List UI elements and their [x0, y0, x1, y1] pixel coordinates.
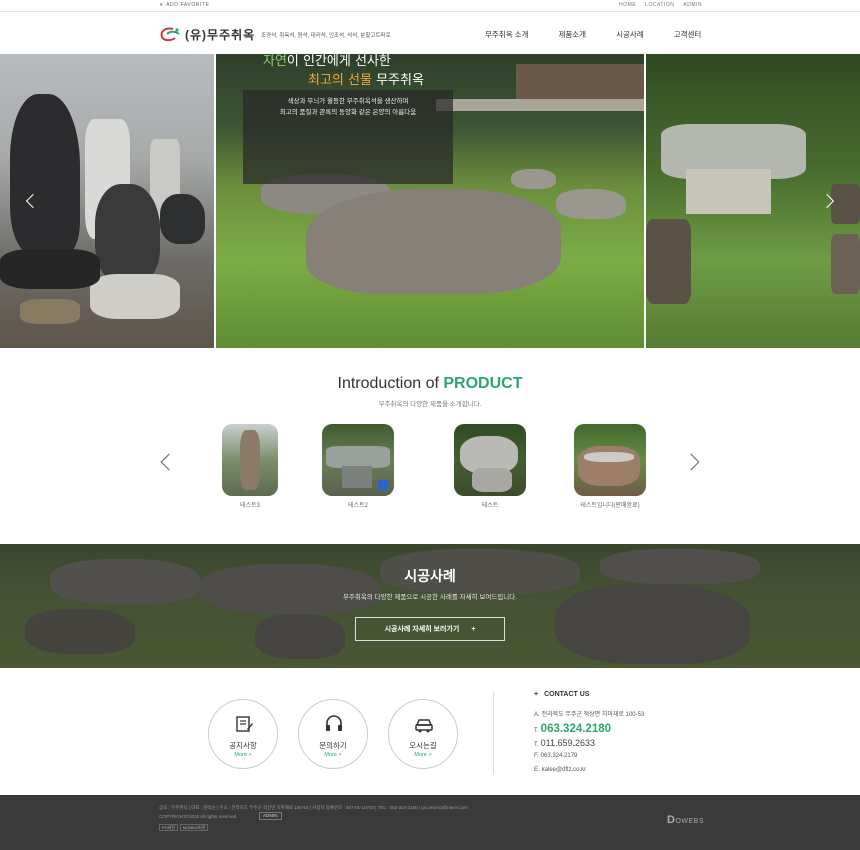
contact-title-label: CONTACT US: [544, 691, 590, 698]
quick-link-more[interactable]: More >: [209, 752, 277, 758]
footer-copyright: COPYRIGHT©2015 All rights reserved.: [159, 814, 238, 819]
address-key: A.: [534, 712, 540, 718]
site-header: (유)무주취옥 조경석, 취옥석, 원석, 대리석, 인조석, 석석, 분할고트…: [0, 12, 860, 54]
contact-fax: F. 063.324.2179: [534, 753, 577, 759]
tel-mobile-value[interactable]: 011.659.2633: [541, 738, 595, 748]
quick-link-label: 오시는길: [409, 741, 437, 750]
hero-caption-rest-2: 무주취옥: [371, 73, 424, 88]
contact-tel-main: T. 063.324.2180: [534, 723, 611, 735]
cases-detail-button[interactable]: 시공사례 자세히 보러가기 +: [355, 617, 505, 641]
hero-caption-highlight-1: 자연: [263, 54, 287, 69]
hero-caption-body-line1: 색상과 무늬가 월등한 무주취옥석을 생산하며: [287, 98, 409, 105]
nav-item-cases[interactable]: 시공사례: [616, 29, 644, 40]
pc-version-button[interactable]: PC버전: [159, 824, 178, 831]
quick-link-directions[interactable]: 오시는길 More >: [388, 699, 458, 769]
product-item[interactable]: 테스트: [454, 424, 526, 509]
fax-value: 063.324.2179: [540, 753, 578, 759]
headset-icon: [326, 715, 342, 731]
hero-caption-rest-1: 이 인간에게 선사한: [286, 54, 391, 69]
site-footer: 상호 : 무주취옥 | 대표 : 윤박순 | 주소 : 전라북도 무주군 적상면…: [0, 795, 860, 850]
tel-main-value[interactable]: 063.324.2180: [541, 723, 611, 735]
contact-tel-mobile: T. 011.659.2633: [534, 738, 595, 748]
product-item[interactable]: 테스트입니다(판매완료): [574, 424, 646, 509]
main-nav: 무주취옥 소개 제품소개 시공사례 고객센터: [485, 29, 701, 40]
product-label[interactable]: 테스트3: [222, 500, 278, 509]
product-thumbnail[interactable]: [222, 424, 278, 496]
product-item[interactable]: 테스트3: [222, 424, 278, 509]
email-key: E.: [534, 767, 540, 773]
add-favorite-link[interactable]: ★ ADD FAVORITE: [159, 2, 210, 8]
footer-admin-button[interactable]: ADMIN: [259, 812, 282, 820]
product-title-prefix: Introduction of: [337, 375, 444, 392]
hero-caption-line2: 최고의 선물 무주취옥: [308, 69, 424, 88]
hero-caption-highlight-2: 최고의 선물: [308, 73, 372, 88]
product-thumbnail[interactable]: [322, 424, 394, 496]
plus-icon: +: [534, 691, 539, 698]
cases-subtitle: 무주취옥의 다양한 제품으로 시공한 사례를 자세히 보여드립니다.: [342, 594, 518, 601]
nav-item-products[interactable]: 제품소개: [558, 29, 586, 40]
home-link[interactable]: HOME: [619, 2, 636, 8]
contact-divider: [493, 692, 494, 774]
quick-link-notice[interactable]: 공지사항 More >: [208, 699, 278, 769]
developer-logo[interactable]: DOWEBS: [667, 814, 704, 826]
star-icon: ★: [159, 2, 165, 8]
top-utility-bar: ★ ADD FAVORITE HOME LOCATION ADMIN: [0, 0, 860, 12]
product-label[interactable]: 테스트2: [322, 500, 394, 509]
quick-link-label: 문의하기: [319, 741, 347, 750]
tel-key: T.: [534, 728, 539, 734]
email-value[interactable]: kalee@dflz.co.kr: [542, 767, 586, 773]
quick-link-more[interactable]: More >: [389, 752, 457, 758]
product-prev-arrow-icon[interactable]: [160, 453, 178, 471]
quick-link-label: 공지사항: [229, 741, 257, 750]
logo-subtitle: 조경석, 취옥석, 원석, 대리석, 인조석, 석석, 분할고트퍼로: [261, 33, 391, 39]
product-thumbnail[interactable]: [574, 424, 646, 496]
car-icon: [415, 719, 433, 733]
fax-key: F.: [534, 753, 539, 759]
quick-link-more[interactable]: More >: [299, 752, 367, 758]
product-label[interactable]: 테스트입니다(판매완료): [574, 500, 646, 509]
developer-logo-text: OWEBS: [675, 818, 705, 825]
product-item[interactable]: 테스트2: [322, 424, 394, 509]
add-favorite-label: ADD FAVORITE: [166, 2, 210, 8]
footer-version-buttons: PC버전 MOBILE버전: [159, 824, 209, 831]
contact-email: E. kalee@dflz.co.kr: [534, 767, 586, 773]
contact-title: + CONTACT US: [534, 691, 589, 698]
quick-link-inquiry[interactable]: 문의하기 More >: [298, 699, 368, 769]
admin-link[interactable]: ADMIN: [683, 2, 702, 8]
mobile-version-button[interactable]: MOBILE버전: [179, 824, 209, 831]
product-section-title: Introduction of PRODUCT: [0, 375, 860, 393]
contact-address: A. 전라북도 무주군 적상면 치마재로 100-53: [534, 709, 644, 718]
hero-caption-body-line2: 최고의 품질과 관록의 동양화 같은 은양의 아름다움: [279, 109, 417, 116]
cases-detail-button-label: 시공사례 자세히 보러가기: [384, 626, 460, 633]
hero-caption-line1: 자연이 인간에게 선사한: [263, 50, 391, 69]
tel-key: T.: [534, 742, 539, 748]
hero-caption-body: 색상과 무늬가 월등한 무주취옥석을 생산하며 최고의 품질과 관록의 동양화 …: [247, 96, 449, 118]
logo-icon[interactable]: [159, 26, 181, 42]
product-title-highlight: PRODUCT: [443, 375, 523, 392]
cases-title: 시공사례: [404, 568, 456, 584]
nav-item-about[interactable]: 무주취옥 소개: [485, 29, 528, 40]
product-section-subtitle: 무주취옥의 다양한 제품을 소개합니다.: [378, 401, 482, 408]
logo-text[interactable]: (유)무주취옥: [185, 26, 255, 43]
footer-company-info: 상호 : 무주취옥 | 대표 : 윤박순 | 주소 : 전라북도 무주군 적상면…: [159, 805, 468, 810]
cases-banner: [0, 544, 860, 668]
plus-icon: +: [471, 625, 476, 633]
top-links: HOME LOCATION ADMIN: [619, 2, 702, 8]
product-next-arrow-icon[interactable]: [682, 453, 700, 471]
product-thumbnail[interactable]: [454, 424, 526, 496]
notice-icon: [236, 716, 253, 732]
location-link[interactable]: LOCATION: [645, 2, 674, 8]
product-label[interactable]: 테스트: [454, 500, 526, 509]
nav-item-support[interactable]: 고객센터: [674, 29, 702, 40]
address-value: 전라북도 무주군 적상면 치마재로 100-53: [541, 712, 645, 718]
